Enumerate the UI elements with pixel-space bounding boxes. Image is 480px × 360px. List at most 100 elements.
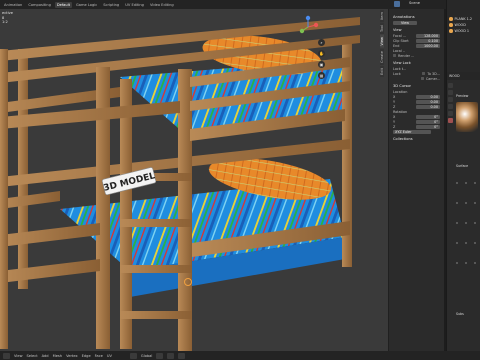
properties-tabs xyxy=(447,82,453,125)
view-section: View Focal ... 128.000 Clip Start 0.100 En… xyxy=(393,28,440,58)
3d-cursor-section: 3D Cursor Location X 0.00 Y 0.00 Z 0.00 Rot… xyxy=(393,84,440,134)
outliner-item-label: PLANK 1.2 xyxy=(454,17,473,21)
transform-orientation-icon[interactable] xyxy=(129,352,137,359)
tool-tab-icon[interactable] xyxy=(447,83,453,88)
collections-title[interactable]: Collections xyxy=(393,137,440,141)
cursor-rotation-label: Rotation xyxy=(393,110,408,114)
surface-label[interactable]: Surface xyxy=(456,164,468,168)
render-region-checkbox[interactable] xyxy=(393,54,396,57)
3d-cursor-title[interactable]: 3D Cursor xyxy=(393,84,440,88)
annotations-section: Annotations View xyxy=(393,15,440,25)
cursor-rz-field[interactable]: 0° xyxy=(416,125,440,129)
output-tab-icon[interactable] xyxy=(447,97,453,102)
mesh-icon xyxy=(449,17,453,21)
pan-hand-icon[interactable]: ✋ xyxy=(318,50,325,57)
material-tab-icon[interactable] xyxy=(447,118,453,123)
bunk-bed-render: 3D MODEL xyxy=(0,9,388,351)
lock-camera-label: Camer... xyxy=(425,77,440,81)
snap-icon[interactable] xyxy=(167,352,175,359)
menu-edge[interactable]: Edge xyxy=(82,354,91,358)
lock-3d-cursor-label: To 3D... xyxy=(427,72,440,76)
camera-icon[interactable]: ▣ xyxy=(318,61,325,68)
annotations-title[interactable]: Annotations xyxy=(393,15,440,19)
pivot-icon[interactable] xyxy=(156,352,164,359)
tab-item[interactable]: Item xyxy=(380,10,384,23)
lock-to-label: Lock t... xyxy=(393,67,407,71)
preview-label[interactable]: Preview xyxy=(456,94,468,98)
tab-tool[interactable]: Tool xyxy=(380,23,384,35)
annotations-view-label[interactable]: View xyxy=(393,21,417,25)
grid-icon[interactable]: ▦ xyxy=(318,72,325,79)
header-menu-bar: View Select Add Mesh Vertex Edge Face UV… xyxy=(0,351,480,360)
viewport-line-1: ective xyxy=(2,11,13,15)
menu-add[interactable]: Add xyxy=(42,354,49,358)
tab-view[interactable]: View xyxy=(380,35,384,48)
view-title[interactable]: View xyxy=(393,28,440,32)
npanel-tabs: Item Tool View Create Edit xyxy=(380,10,388,340)
outliner-item-label: WOOD xyxy=(454,23,466,27)
modifier-tab-icon[interactable] xyxy=(447,111,453,116)
clip-end-label: End xyxy=(393,44,400,48)
menu-uv[interactable]: UV xyxy=(107,354,112,358)
clip-start-label: Clip Start xyxy=(393,39,409,43)
tab-game-logic[interactable]: Game Logic xyxy=(74,2,99,8)
workspace-tabs-bar: Animation Compositing Default Game Logic… xyxy=(0,0,480,9)
material-name[interactable]: WOOD xyxy=(449,74,460,78)
collections-section: Collections xyxy=(393,137,440,141)
menu-face[interactable]: Face xyxy=(95,354,103,358)
transform-orientation-dropdown[interactable]: Global xyxy=(141,354,152,358)
viewport-nav-buttons: ⌕ ✋ ▣ ▦ xyxy=(318,39,326,83)
zoom-icon[interactable]: ⌕ xyxy=(318,39,325,46)
tab-compositing[interactable]: Compositing xyxy=(26,2,53,8)
rotation-mode-dropdown[interactable]: XYZ Euler xyxy=(393,130,431,134)
viewport-3d[interactable]: 3D MODEL ective 8 1:2 ⌕ ✋ ▣ ▦ xyxy=(0,9,388,351)
cursor-x-field[interactable]: 0.00 xyxy=(416,95,440,99)
outliner-panel: PLANK 1.2 WOOD WOOD 1 xyxy=(446,0,480,72)
view-lock-title[interactable]: View Lock xyxy=(393,61,440,65)
cursor-y-field[interactable]: 0.00 xyxy=(416,100,440,104)
subsurface-label: Subs xyxy=(456,312,464,316)
scene-selector[interactable]: Scene xyxy=(409,1,420,5)
cursor-ry-field[interactable]: 0° xyxy=(416,120,440,124)
property-dots xyxy=(456,182,476,184)
cursor-location-label: Location xyxy=(393,90,408,94)
lock-3d-cursor-checkbox[interactable] xyxy=(422,72,426,75)
properties-panel: WOOD Preview Surface Subs xyxy=(446,72,480,351)
outliner-item[interactable]: WOOD 1 xyxy=(447,28,480,34)
tab-uv-editing[interactable]: UV Editing xyxy=(123,2,146,8)
menu-view[interactable]: View xyxy=(14,354,23,358)
material-icon xyxy=(449,23,453,27)
viewport-overlay-text: ective 8 1:2 xyxy=(2,11,13,25)
tab-scripting[interactable]: Scripting xyxy=(101,2,121,8)
lock-label: Lock xyxy=(393,72,401,76)
property-dots xyxy=(456,222,476,224)
tab-video-editing[interactable]: Video Editing xyxy=(148,2,176,8)
proportional-edit-icon[interactable] xyxy=(178,352,186,359)
tab-edit[interactable]: Edit xyxy=(380,65,384,77)
clip-end-field[interactable]: 1000.00 xyxy=(416,44,440,48)
clip-start-field[interactable]: 0.100 xyxy=(416,39,440,43)
property-dots xyxy=(456,262,476,264)
scene-icon xyxy=(394,1,400,7)
tab-animation[interactable]: Animation xyxy=(2,2,24,8)
editor-type-icon[interactable] xyxy=(3,352,10,359)
render-tab-icon[interactable] xyxy=(447,90,453,95)
focal-field[interactable]: 128.000 xyxy=(416,34,440,38)
menu-vertex[interactable]: Vertex xyxy=(66,354,78,358)
local-camera-label: Local .. xyxy=(393,49,406,53)
property-dots xyxy=(456,202,476,204)
navigation-gizmo[interactable] xyxy=(296,15,320,39)
focal-label: Focal ... xyxy=(393,34,407,38)
object-tab-icon[interactable] xyxy=(447,104,453,109)
cursor-rx-field[interactable]: 0° xyxy=(416,115,440,119)
lock-camera-checkbox[interactable] xyxy=(420,77,424,80)
view-lock-section: View Lock Lock t... Lock To 3D... Camer..… xyxy=(393,61,440,81)
viewport-line-3: 1:2 xyxy=(2,20,8,24)
menu-select[interactable]: Select xyxy=(27,354,38,358)
properties-header: WOOD xyxy=(447,72,480,80)
tab-create[interactable]: Create xyxy=(380,48,384,65)
sidebar-npanel: Annotations View View Focal ... 128.000 C… xyxy=(388,9,444,351)
cursor-z-field[interactable]: 0.00 xyxy=(416,105,440,109)
menu-mesh[interactable]: Mesh xyxy=(53,354,62,358)
tab-default[interactable]: Default xyxy=(54,1,72,8)
